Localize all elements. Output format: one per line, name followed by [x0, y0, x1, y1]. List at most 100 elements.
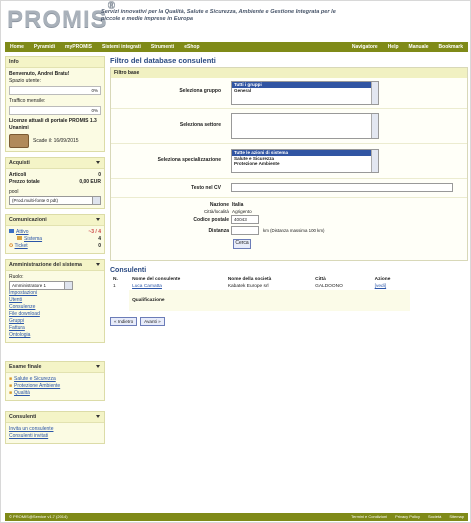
footer-link-sitemap[interactable]: Sitemap	[445, 513, 468, 521]
inbox-count: ~3 / 4	[88, 229, 101, 235]
space-label: Spazio utente:	[9, 78, 41, 84]
nav-eshop[interactable]: eShop	[179, 44, 204, 50]
total-value: 0,00 EUR	[79, 179, 101, 185]
header: PROMIS® Servizi innovativi per la Qualit…	[5, 0, 468, 40]
page-title: Filtro del database consulenti	[110, 56, 216, 65]
back-button[interactable]: « Indietro	[110, 317, 138, 326]
col-city: Città	[315, 277, 326, 282]
cv-text-row: Testo nel CV	[111, 179, 467, 198]
role-select[interactable]: Amministratore 1	[9, 281, 73, 290]
bullet-icon: ■	[9, 376, 13, 382]
view-action-link[interactable]: [vedi]	[372, 283, 410, 290]
group-listbox[interactable]: Tutti i gruppi General	[231, 81, 379, 105]
exam-link-quality[interactable]: Qualità	[14, 390, 30, 396]
nav-bookmark[interactable]: Bookmark	[434, 44, 468, 50]
scrollbar[interactable]	[371, 82, 378, 104]
acquisti-box: Acquisti Articoli 0 Prezzo totale 0,00 EUR…	[5, 157, 105, 209]
postal-input[interactable]: 40043	[231, 215, 259, 224]
sector-label: Seleziona settore	[179, 122, 221, 128]
col-action: Azione	[374, 277, 391, 282]
footer-link-terms[interactable]: Termini e Condizioni	[347, 513, 391, 521]
row-number: 1	[113, 284, 116, 289]
inbox-link[interactable]: Attivo	[16, 229, 29, 235]
ticket-link[interactable]: Ticket	[15, 243, 28, 249]
distance-input[interactable]	[231, 226, 259, 235]
distance-label: Distanza	[208, 228, 229, 234]
nav-pyramidi[interactable]: Pyramidi	[29, 44, 60, 50]
admin-link-utenti[interactable]: Utenti	[9, 297, 101, 304]
nav-navigatore[interactable]: Navigatore	[347, 44, 383, 50]
collapse-arrow-icon[interactable]	[96, 263, 100, 266]
consulenti-header[interactable]: Consulenti	[6, 412, 104, 423]
group-row: Seleziona gruppo Tutti i gruppi General	[111, 78, 467, 109]
tagline: Servizi innovativi per la Qualità, Salut…	[101, 9, 336, 22]
articles-label: Articoli	[9, 172, 27, 178]
spec-row: Seleziona specializzazione Tutte le azio…	[111, 144, 467, 179]
system-link[interactable]: Sistema	[24, 236, 42, 242]
space-meter: 0%	[9, 86, 101, 95]
cv-text-input[interactable]	[231, 183, 453, 192]
results-table: N. Nome del consulente Nome della societ…	[110, 276, 410, 311]
traffic-meter: 0%	[9, 106, 101, 115]
scrollbar[interactable]	[371, 114, 378, 138]
bullet-icon: ■	[9, 390, 13, 396]
chevron-down-icon[interactable]	[64, 282, 72, 289]
group-label: Seleziona gruppo	[179, 88, 221, 94]
chevron-down-icon[interactable]	[92, 197, 100, 204]
admin-link-file-download[interactable]: File download	[9, 311, 101, 318]
welcome-text: Benvenuto, Andrei Bratu!	[9, 71, 70, 77]
traffic-label: Traffico mensile:	[9, 98, 46, 104]
esami-box: Esame finale ■ Salute e Sicurezza ■ Protez…	[5, 361, 105, 401]
group-option[interactable]: General	[232, 88, 378, 94]
city-cell: GALDOONO	[315, 284, 343, 289]
spec-listbox[interactable]: Tutte le azioni di sistema Salute e Sicu…	[231, 149, 379, 173]
admin-link-fattura[interactable]: Fattura	[9, 325, 101, 332]
footer-link-company[interactable]: Società	[424, 513, 445, 521]
exam-link-safety[interactable]: Salute e Sicurezza	[14, 376, 56, 382]
nav-sistemi-integrati[interactable]: Sistemi integrati	[97, 44, 146, 50]
filter-panel: Filtro base Seleziona gruppo Tutti i gru…	[110, 67, 468, 261]
nav-home[interactable]: Home	[5, 44, 29, 50]
admin-link-impostazioni[interactable]: Impostazioni	[9, 290, 101, 297]
search-button[interactable]: Cerca	[233, 239, 251, 249]
comunicazioni-header[interactable]: Comunicazioni	[6, 215, 104, 226]
footer-link-privacy[interactable]: Privacy Policy	[391, 513, 424, 521]
exam-link-environment[interactable]: Protezione Ambiente	[14, 383, 60, 389]
total-label: Prezzo totale	[9, 179, 40, 185]
admin-header[interactable]: Amministrazione del sistema	[6, 260, 104, 271]
nav-help[interactable]: Help	[383, 44, 404, 50]
promis-logo[interactable]: PROMIS®	[7, 0, 116, 34]
consultant-name-link[interactable]: Luca Camatta	[129, 283, 225, 290]
pool-select[interactable]: (Prod.multi-fonte 0 pdt)	[9, 196, 101, 205]
sector-listbox[interactable]	[231, 113, 379, 139]
sidebar: Info Benvenuto, Andrei Bratu! Spazio ute…	[5, 56, 105, 449]
distance-hint: km (Distanza massima 100 km)	[263, 228, 325, 233]
package-icon	[9, 134, 29, 148]
city-label: Città/località	[203, 209, 229, 214]
admin-link-ontologia[interactable]: Ontologia	[9, 332, 101, 339]
license-expiry: Scade il: 16/09/2015	[33, 137, 79, 144]
nav-manuale[interactable]: Manuale	[404, 44, 434, 50]
main-nav: Home Pyramidi myPROMIS Sistemi integrati…	[5, 42, 468, 52]
filter-tab[interactable]: Filtro base	[111, 68, 467, 78]
footer-spacer	[72, 513, 347, 521]
invite-consultant-link[interactable]: Invita un consulente	[9, 426, 101, 433]
next-button[interactable]: Avanti »	[140, 317, 165, 326]
location-block: Nazione Italia Città/località Agrigento …	[111, 198, 467, 260]
scrollbar[interactable]	[371, 150, 378, 172]
invited-consultants-link[interactable]: Consulenti invitati	[9, 433, 101, 440]
nav-strumenti[interactable]: Strumenti	[146, 44, 179, 50]
collapse-arrow-icon[interactable]	[96, 218, 100, 221]
collapse-arrow-icon[interactable]	[96, 161, 100, 164]
collapse-arrow-icon[interactable]	[96, 365, 100, 368]
nation-label: Nazione	[209, 202, 229, 208]
collapse-arrow-icon[interactable]	[96, 415, 100, 418]
spec-option[interactable]: Protezione Ambiente	[232, 161, 378, 167]
city-value: Agrigento	[232, 209, 252, 214]
esami-header[interactable]: Esame finale	[6, 362, 104, 373]
nav-mypromis[interactable]: myPROMIS	[60, 44, 97, 50]
acquisti-header[interactable]: Acquisti	[6, 158, 104, 169]
admin-link-gruppi[interactable]: Gruppi	[9, 318, 101, 325]
info-box-title: Info	[6, 57, 104, 68]
admin-link-consulenze[interactable]: Consulenze	[9, 304, 101, 311]
